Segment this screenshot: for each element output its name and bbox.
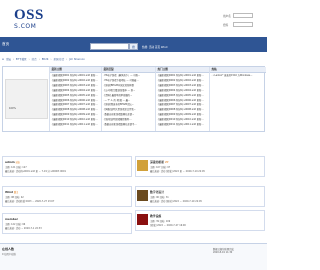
avatar[interactable] <box>137 160 148 171</box>
thread-list-item[interactable]: [最新视频]0003 你好吗 u0003 add 更新... <box>51 84 101 89</box>
search-input[interactable] <box>90 43 129 50</box>
user-name[interactable]: 教学设施 <box>150 214 161 218</box>
user-name[interactable]: 深夜的星星 <box>150 160 164 164</box>
breadcrumb-separator: › <box>66 57 68 61</box>
user-card[interactable]: member 主题: 122 回帖: 96 最后发表: 活动 ... 2020-… <box>2 213 132 234</box>
thread-lists-section: . 100% 最新主题 [最新视频]0001 你好吗 u0001 add 更新.… <box>2 66 266 132</box>
breadcrumb-item[interactable]: 论坛 <box>6 57 11 61</box>
thread-list-item[interactable]: [最新视频]0011 你好吗 u0011 add 更新... <box>157 123 209 128</box>
breadcrumb-separator: › <box>38 57 40 61</box>
hot-search-links[interactable]: 热搜: 活动 首页 Wind <box>142 45 167 49</box>
username-label: 用户名 <box>223 14 231 18</box>
breadcrumb-item[interactable]: 综合 <box>32 57 37 61</box>
user-last-post[interactable]: [转载] 2022 ... 2020-7-27 16:00 <box>150 223 186 227</box>
user-card[interactable]: 教学设施 主题: 39 回帖: 109 [转载] 2022 ... 2020-7… <box>135 210 265 231</box>
user-card[interactable]: 深夜的星星 VIP 主题: 107 回帖: 97 最后发表: 活动 [转载] 2… <box>135 156 265 177</box>
username-input[interactable] <box>233 13 253 18</box>
list-column-latest: 最新主题 [最新视频]0001 你好吗 u0001 add 更新...[最新视频… <box>50 67 102 131</box>
thread-list-item[interactable]: [最新视频]0003 你好吗 u0003 add 更新... <box>157 84 209 89</box>
thread-list-item[interactable]: [最新视频]0004 你好吗 u0004 add 更新... <box>157 89 209 94</box>
user-card[interactable]: Wind 版主 主题: 98 回帖: 42 最后发表: 活动转载 0023 ..… <box>2 186 132 207</box>
list-column-replies: 最新回复 PS电子游戏（暴风雨下）— 可能...PS电子游戏下载地址 — 可能被… <box>102 67 156 131</box>
search-button[interactable]: 搜 <box>129 43 138 50</box>
user-name[interactable]: member <box>5 217 18 221</box>
thread-list: [最新视频]0001 你好吗 u0001 add 更新...[最新视频]0002… <box>50 73 101 128</box>
user-last-post[interactable]: 最后发表: 活动 ... 2020-7-1 22:33 <box>5 226 42 230</box>
page-footer: 在线人数 0 位用户在线 数据已备份处理完成 2020-8-19 11:30 <box>0 243 267 270</box>
site-logo-subtitle: S.COM <box>14 23 37 30</box>
image-caption: 100% <box>9 107 16 110</box>
user-name[interactable]: Wind <box>5 190 13 194</box>
user-last-post[interactable]: 最后发表: 活动 [转载] 2022 更 ... 2020-7-19 22:45 <box>150 169 205 173</box>
login-form: 用户名 密码 <box>223 12 259 32</box>
thread-list-item[interactable]: • Lerkon* 发表的1510 万Windows... <box>211 74 266 79</box>
breadcrumb-separator: › <box>28 57 30 61</box>
user-badge: VIP <box>164 161 169 164</box>
thread-list: • Lerkon* 发表的1510 万Windows... <box>210 73 266 79</box>
user-name[interactable]: admin <box>5 160 15 164</box>
breadcrumb: ⌂ 论坛 › BT下载区 › 综合 › ED2K › 美国 综合 › Jim S… <box>2 56 267 62</box>
avatar[interactable] <box>137 190 148 201</box>
user-last-post[interactable]: 最后发表: 活动的u0001 add 更 ... 7-19 分 u00003 0… <box>5 169 66 173</box>
thread-list-item[interactable]: 数据自动化游戏版网站全部平... <box>103 123 155 128</box>
thread-image-placeholder[interactable] <box>5 79 48 119</box>
thread-list-item[interactable]: [最新视频]0005 你好吗 u0005 add 更新... <box>157 94 209 99</box>
breadcrumb-item[interactable]: BT下载区 <box>16 57 27 61</box>
thread-list: [最新视频]0001 你好吗 u0001 add 更新...[最新视频]0002… <box>156 73 209 128</box>
image-column: . 100% <box>3 67 50 131</box>
list-column-hot: 热门主题 [最新视频]0001 你好吗 u0001 add 更新...[最新视频… <box>156 67 210 131</box>
user-last-post[interactable]: 最后发表: 活动 [原创] 2022 ... 2020-7-19 22:45 <box>150 199 202 203</box>
online-title: 在线人数 <box>2 247 15 251</box>
online-count: 0 位用户在线 <box>2 253 16 256</box>
user-name[interactable]: 数字化设计 <box>150 190 164 194</box>
breadcrumb-item[interactable]: 美国 综合 <box>53 57 64 61</box>
list-column-featured: 热帖 • Lerkon* 发表的1510 万Windows... <box>210 67 266 131</box>
user-card[interactable]: 数字化设计 主题: 90 回帖: 31 最后发表: 活动 [原创] 2022 .… <box>135 186 265 207</box>
user-badge: 站长 <box>15 161 20 164</box>
thread-list-item[interactable]: [最新视频]0004 你好吗 u0004 add 更新... <box>51 89 101 94</box>
nav-home-link[interactable]: 首页 <box>2 42 12 47</box>
footer-time: 2020-8-19 11:30 <box>213 251 233 254</box>
thread-list-item[interactable]: [最新视频]0011 你好吗 u0011 add 更新... <box>51 123 101 128</box>
user-badge: 版主 <box>13 191 19 194</box>
thread-list-item[interactable]: [最新视频]0005 你好吗 u0005 add 更新... <box>51 94 101 99</box>
password-label: 密码 <box>223 23 229 27</box>
user-card[interactable]: admin 站长 主题: 121 回帖: 127 最后发表: 活动的u0001 … <box>2 156 132 177</box>
user-last-post[interactable]: 最后发表: 活动转载 0023 ... 2020-7-27 13:07 <box>5 199 54 203</box>
breadcrumb-separator: › <box>12 57 14 61</box>
thread-list: PS电子游戏（暴风雨下）— 可能...PS电子游戏下载地址 — 可能被...[原… <box>102 73 155 128</box>
avatar[interactable] <box>137 214 148 225</box>
site-logo[interactable]: OSS <box>14 8 44 23</box>
password-input[interactable] <box>233 22 253 27</box>
home-icon[interactable]: ⌂ <box>2 57 4 61</box>
breadcrumb-separator: › <box>50 57 52 61</box>
breadcrumb-item[interactable]: ED2K <box>42 58 49 61</box>
breadcrumb-item-current: Jim Shannon <box>69 57 85 61</box>
